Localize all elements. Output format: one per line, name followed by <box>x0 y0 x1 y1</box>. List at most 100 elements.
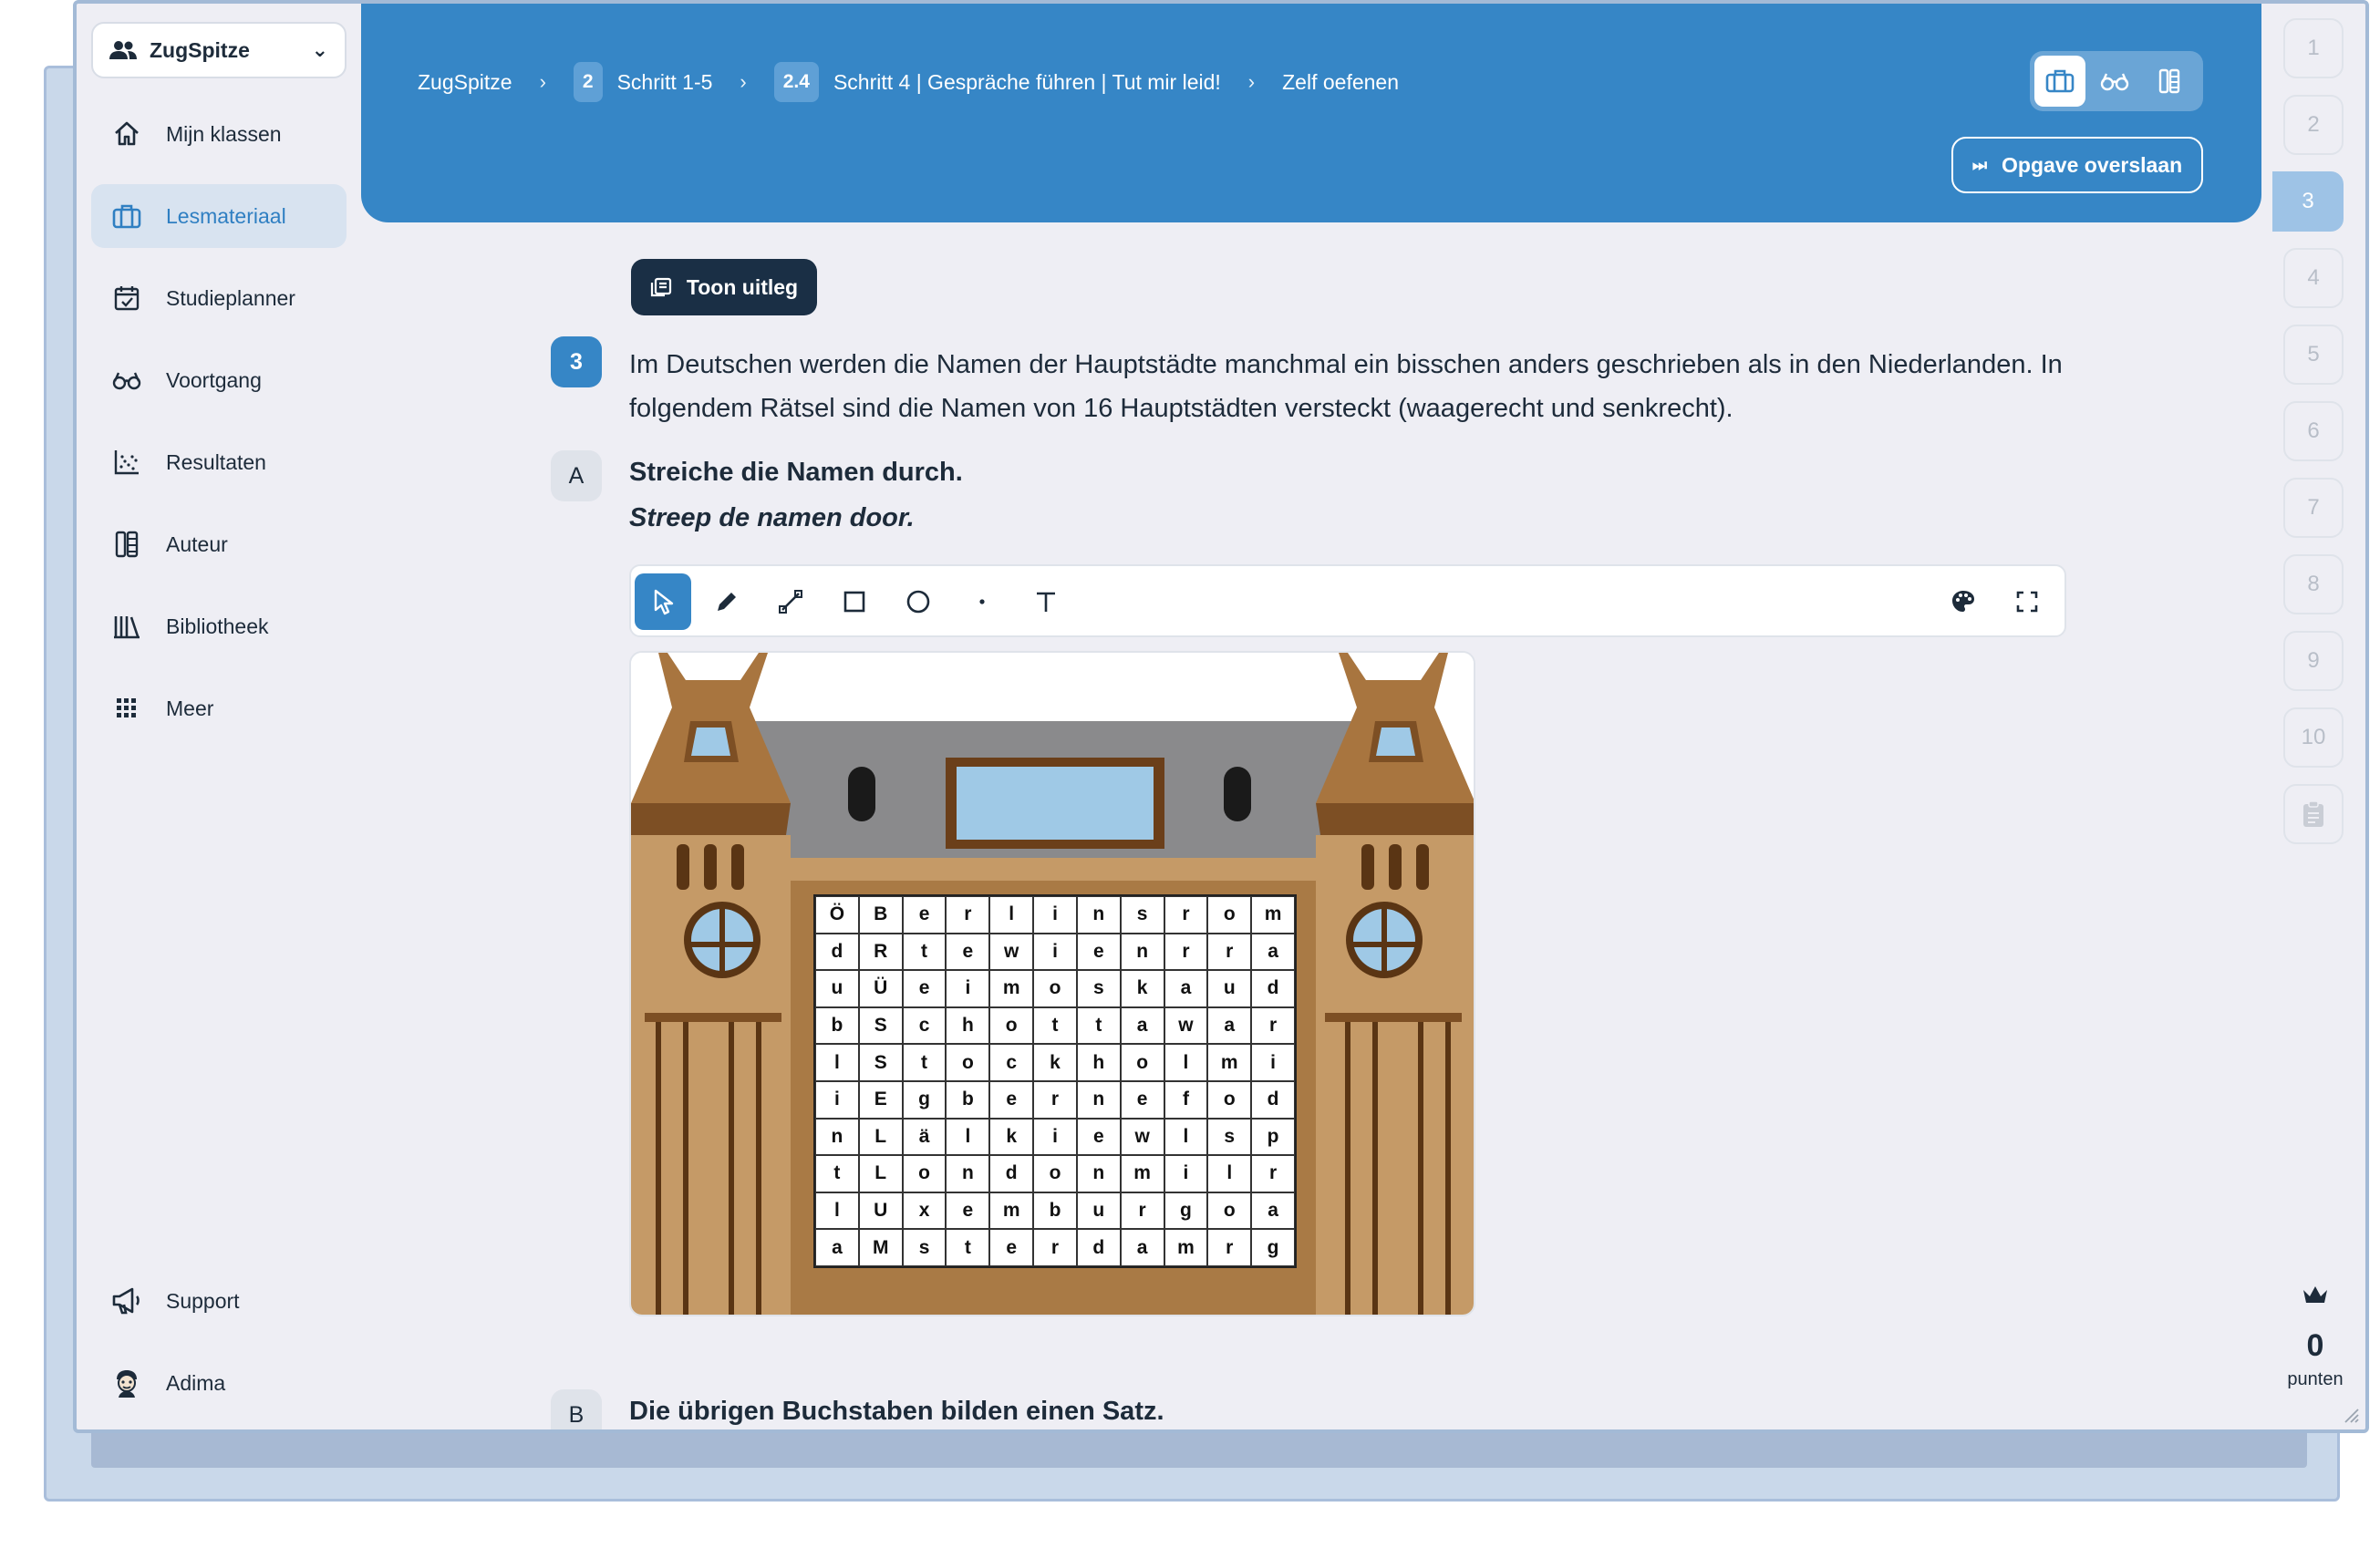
puzzle-cell: f <box>1164 1080 1208 1119</box>
rectangle-tool-button[interactable] <box>826 573 883 630</box>
puzzle-cell: e <box>989 1080 1034 1119</box>
puzzle-cell: e <box>1076 1118 1121 1156</box>
view-voortgang-button[interactable] <box>2089 56 2140 107</box>
puzzle-cell: m <box>1120 1155 1164 1192</box>
sidebar-item-mijn-klassen[interactable]: Mijn klassen <box>91 102 347 166</box>
color-picker-button[interactable] <box>1935 573 1992 630</box>
puzzle-cell: i <box>1033 933 1077 971</box>
sidebar-item-meer[interactable]: Meer <box>91 676 347 740</box>
sidebar-item-voortgang[interactable]: Voortgang <box>91 348 347 412</box>
dot-icon <box>979 599 985 604</box>
crumb-schritt[interactable]: Schritt 1-5 <box>617 70 713 95</box>
puzzle-cell: o <box>1033 970 1077 1007</box>
show-explanation-button[interactable]: Toon uitleg <box>631 259 817 315</box>
puzzle-cell: a <box>815 1229 859 1266</box>
puzzle-cell: d <box>1251 1080 1295 1119</box>
step-button[interactable]: 10 <box>2283 707 2344 768</box>
crumb-zugspitze[interactable]: ZugSpitze <box>418 70 512 95</box>
sidebar-item-adima[interactable]: Adima <box>91 1351 347 1415</box>
step-button-active[interactable]: 3 <box>2272 171 2344 232</box>
sidebar-item-lesmateriaal[interactable]: Lesmateriaal <box>91 184 347 248</box>
puzzle-cell: Ü <box>858 970 903 1007</box>
puzzle-cell: e <box>902 970 947 1007</box>
clipboard-icon <box>2303 800 2323 827</box>
step-button[interactable]: 6 <box>2283 401 2344 461</box>
line-tool-button[interactable] <box>762 573 819 630</box>
word-search-grid: ÖBerlinsromdRtewienrrauÜeimoskaudbSchott… <box>813 894 1297 1268</box>
rectangle-icon <box>843 591 865 613</box>
show-explanation-label: Toon uitleg <box>686 274 799 299</box>
step-number: 10 <box>2301 725 2326 749</box>
dot-tool-button[interactable] <box>954 573 1010 630</box>
puzzle-cell: l <box>815 1192 859 1230</box>
part-b-title: Die übrigen Buchstaben bilden einen Satz… <box>629 1397 1164 1426</box>
sidebar-item-label: Support <box>166 1288 240 1313</box>
step-button[interactable]: 8 <box>2283 554 2344 614</box>
puzzle-cell: h <box>1076 1044 1121 1081</box>
sidebar-item-label: Bibliotheek <box>166 614 269 638</box>
view-auteur-button[interactable] <box>2144 56 2195 107</box>
puzzle-cell: w <box>1164 1006 1208 1045</box>
puzzle-cell: B <box>858 896 903 934</box>
puzzle-cell: n <box>946 1155 990 1192</box>
circle-tool-button[interactable] <box>890 573 947 630</box>
step-number: 4 <box>2307 265 2320 290</box>
puzzle-cell: t <box>1033 1006 1077 1045</box>
scatter-chart-icon <box>111 447 142 478</box>
step-button[interactable]: 9 <box>2283 631 2344 691</box>
puzzle-cell: x <box>902 1192 947 1230</box>
app-window: ZugSpitze ⌄ Mijn klassen Lesmateriaal St… <box>73 0 2369 1433</box>
crumb-lesson[interactable]: Schritt 4 | Gespräche führen | Tut mir l… <box>833 70 1221 95</box>
points-display: 0 punten <box>2265 1285 2365 1390</box>
fullscreen-button[interactable] <box>1999 573 2055 630</box>
skip-assignment-button[interactable]: ⏭ Opgave overslaan <box>1951 137 2203 193</box>
puzzle-cell: u <box>1076 1192 1121 1230</box>
step-button[interactable]: 2 <box>2283 95 2344 155</box>
puzzle-cell: o <box>902 1155 947 1192</box>
drawing-canvas[interactable]: ÖBerlinsromdRtewienrrauÜeimoskaudbSchott… <box>629 651 1475 1316</box>
puzzle-cell: l <box>815 1044 859 1081</box>
puzzle-cell: u <box>1207 970 1252 1007</box>
step-button[interactable]: 7 <box>2283 478 2344 538</box>
puzzle-cell: r <box>1207 1229 1252 1266</box>
step-number: 3 <box>2302 189 2314 213</box>
view-lesmateriaal-button[interactable] <box>2034 56 2085 107</box>
home-icon <box>111 119 142 150</box>
puzzle-cell: r <box>946 896 990 934</box>
class-select[interactable]: ZugSpitze ⌄ <box>91 22 347 78</box>
pen-tool-button[interactable] <box>698 573 755 630</box>
puzzle-cell: m <box>989 1192 1034 1230</box>
sidebar-item-support[interactable]: Support <box>91 1269 347 1333</box>
puzzle-cell: d <box>1251 970 1295 1007</box>
class-select-label: ZugSpitze <box>150 37 250 62</box>
puzzle-cell: i <box>946 970 990 1007</box>
select-tool-button[interactable] <box>635 573 691 630</box>
step-button[interactable]: 5 <box>2283 325 2344 385</box>
text-tool-button[interactable] <box>1018 573 1074 630</box>
sidebar-item-studieplanner[interactable]: Studieplanner <box>91 266 347 330</box>
sidebar-item-label: Auteur <box>166 531 228 556</box>
puzzle-cell: t <box>902 1044 947 1081</box>
sidebar-item-auteur[interactable]: Auteur <box>91 512 347 576</box>
puzzle-cell: n <box>815 1118 859 1156</box>
step-summary-button[interactable] <box>2283 784 2344 844</box>
part-a-subtitle: Streep de namen door. <box>629 503 915 532</box>
crumb-current: Zelf oefenen <box>1282 69 1399 94</box>
step-button[interactable]: 4 <box>2283 248 2344 308</box>
puzzle-cell: e <box>1076 933 1121 971</box>
author-book-icon <box>2158 68 2180 94</box>
puzzle-cell: a <box>1164 970 1208 1007</box>
puzzle-cell: t <box>815 1155 859 1192</box>
puzzle-cell: e <box>1120 1080 1164 1119</box>
sidebar-item-resultaten[interactable]: Resultaten <box>91 430 347 494</box>
sidebar-item-bibliotheek[interactable]: Bibliotheek <box>91 594 347 658</box>
pen-icon <box>718 593 736 611</box>
megaphone-icon <box>111 1285 142 1316</box>
puzzle-cell: U <box>858 1192 903 1230</box>
resize-handle-icon[interactable] <box>2340 1404 2360 1424</box>
step-button[interactable]: 1 <box>2283 18 2344 78</box>
puzzle-cell: m <box>1207 1044 1252 1081</box>
puzzle-cell: k <box>1120 970 1164 1007</box>
briefcase-icon <box>111 201 142 232</box>
puzzle-cell: p <box>1251 1118 1295 1156</box>
